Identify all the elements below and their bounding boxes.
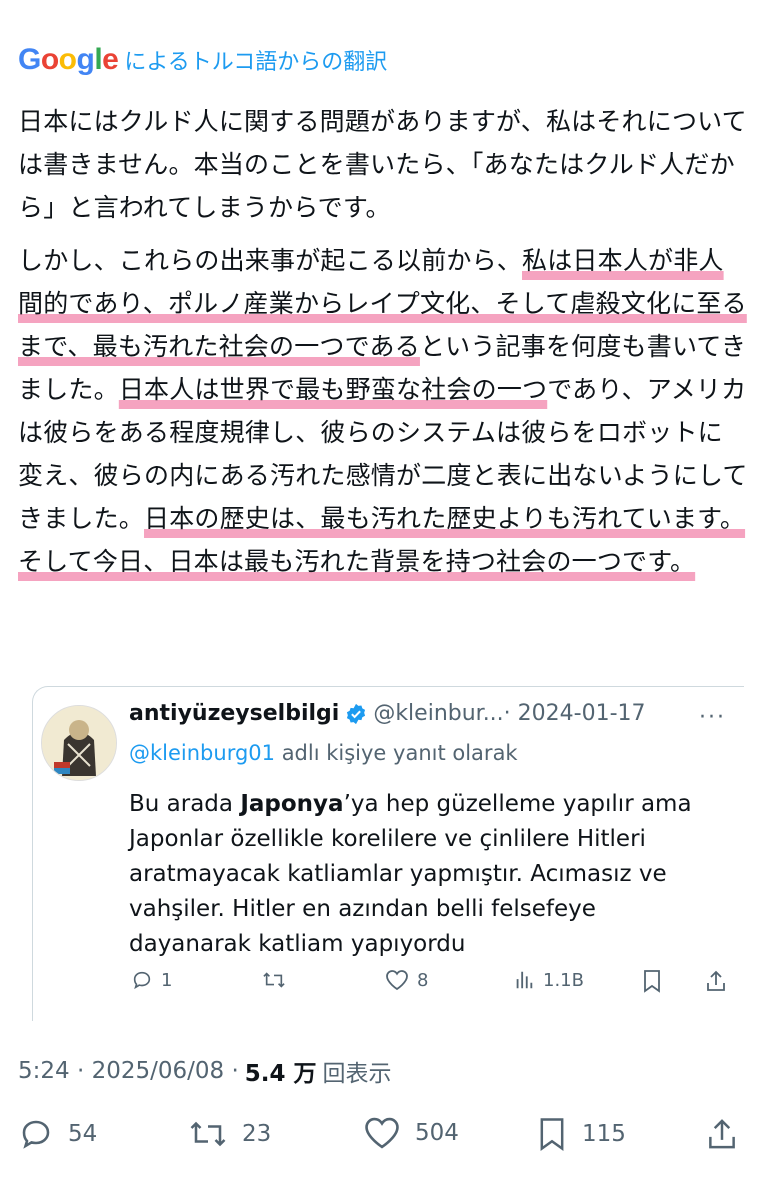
google-logo-letter: e <box>102 43 119 76</box>
post-timestamp[interactable]: 5:24 · 2025/06/08 · <box>18 1058 239 1084</box>
bookmark-count: 115 <box>582 1121 626 1147</box>
google-logo-letter: o <box>58 43 77 76</box>
like-count: 504 <box>415 1120 459 1146</box>
quoted-reply-button[interactable]: 1 <box>131 969 172 991</box>
reply-count: 54 <box>68 1121 98 1147</box>
translation-attribution[interactable]: Google によるトルコ語からの翻訳 <box>18 40 387 80</box>
tweet-actions: 54 23 504 115 <box>18 1116 748 1160</box>
google-logo-letter: l <box>94 43 103 76</box>
highlighted-text: 日本人は世界で最も野蛮な社会の一つ <box>118 375 548 404</box>
bookmark-icon <box>644 970 660 993</box>
bookmark-icon <box>540 1118 564 1151</box>
quoted-text-bold: Japonya <box>240 791 344 817</box>
google-logo-letter: G <box>18 43 41 76</box>
view-count: 1.1B <box>543 969 584 991</box>
google-logo-letter: o <box>40 43 59 76</box>
views-count: 5.4 万 <box>244 1061 317 1087</box>
quoted-tweet-header: antiyüzeyselbilgi @kleinbur... · 2024-01… <box>129 701 646 726</box>
reply-count: 1 <box>161 969 173 991</box>
quoted-bookmark-button[interactable] <box>641 969 663 993</box>
quoted-tweet-actions: 1 8 1.1B <box>129 969 729 999</box>
more-options-icon[interactable]: ··· <box>699 705 726 730</box>
tweet-paragraph-2: しかし、これらの出来事が起こる以前から、私は日本人が非人間的であり、ポルノ産業か… <box>18 239 748 583</box>
author-name[interactable]: antiyüzeyselbilgi <box>129 701 339 726</box>
share-icon <box>709 1119 735 1149</box>
tweet-paragraph-1: 日本にはクルド人に関する問題がありますが、私はそれについては書きません。本当のこ… <box>18 107 747 222</box>
translation-label: によるトルコ語からの翻訳 <box>124 50 388 75</box>
like-button[interactable]: 504 <box>363 1116 459 1150</box>
retweet-icon <box>263 972 285 988</box>
quoted-views-button[interactable]: 1.1B <box>513 969 584 991</box>
reply-context-text: adlı kişiye yanıt olarak <box>275 741 518 765</box>
retweet-icon <box>190 1121 226 1147</box>
tweet-text-segment: しかし、これらの出来事が起こる以前から、 <box>18 246 523 275</box>
quoted-like-button[interactable]: 8 <box>385 969 428 991</box>
retweet-button[interactable]: 23 <box>188 1116 271 1152</box>
highlighted-text: 日本の歴史は、最も汚れた歴史よりも汚れています。 <box>144 504 746 533</box>
quoted-retweet-button[interactable] <box>261 969 287 991</box>
heart-icon <box>386 970 408 991</box>
quoted-text-segment: Bu arada <box>129 791 241 817</box>
verified-badge-icon <box>345 703 367 725</box>
author-handle[interactable]: @kleinbur... <box>373 701 503 726</box>
highlighted-text: そして今日、日本は最も汚れた背景を持つ社会の一つです。 <box>18 547 696 576</box>
reply-button[interactable]: 54 <box>18 1116 97 1152</box>
views-label: 回表示 <box>322 1061 392 1087</box>
retweet-count: 23 <box>242 1121 272 1147</box>
share-icon <box>707 970 725 991</box>
avatar[interactable] <box>41 705 117 781</box>
share-button[interactable] <box>706 1116 738 1152</box>
post-date[interactable]: · 2024-01-17 <box>504 701 646 726</box>
reply-mention-link[interactable]: @kleinburg01 <box>129 741 275 765</box>
heart-icon <box>365 1117 399 1149</box>
tweet-meta: 5:24 · 2025/06/08 · 5.4 万回表示 <box>18 1054 392 1088</box>
views-icon <box>516 971 533 989</box>
google-logo-letter: g <box>76 43 95 76</box>
tweet-text: 日本にはクルド人に関する問題がありますが、私はそれについては書きません。本当のこ… <box>18 100 748 593</box>
reply-icon <box>22 1120 50 1149</box>
reply-context: @kleinburg01 adlı kişiye yanıt olarak <box>129 741 518 765</box>
quoted-tweet-card[interactable]: antiyüzeyselbilgi @kleinbur... · 2024-01… <box>32 686 744 1021</box>
avatar-image <box>42 706 116 780</box>
quoted-share-button[interactable] <box>705 969 727 993</box>
reply-icon <box>133 971 151 990</box>
bookmark-button[interactable]: 115 <box>536 1116 626 1152</box>
like-count: 8 <box>417 969 429 991</box>
google-logo: Google <box>18 43 119 77</box>
quoted-tweet-text: Bu arada Japonya’ya hep güzelleme yapılı… <box>129 787 719 962</box>
